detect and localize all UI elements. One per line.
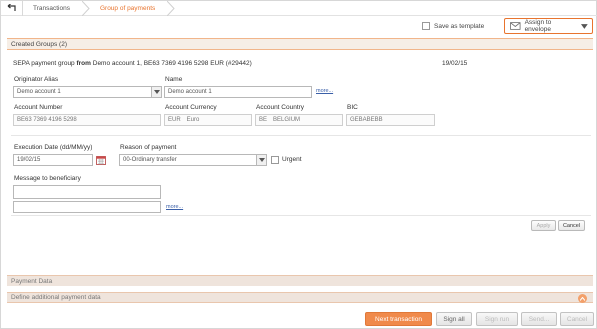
cancel-button[interactable]: Cancel <box>560 312 594 326</box>
send-label: Send... <box>528 315 550 323</box>
account-country-name: BELGIUM <box>273 117 301 123</box>
form-divider <box>11 135 591 136</box>
execution-date-input[interactable]: 19/02/15 <box>13 154 93 166</box>
additional-data-title: Define additional payment data <box>11 294 101 301</box>
account-number-value: BE63 7369 4196 5298 <box>17 117 77 123</box>
account-number-field: BE63 7369 4196 5298 <box>13 114 161 126</box>
back-button[interactable] <box>1 0 23 16</box>
reason-label: Reason of payment <box>120 144 177 151</box>
bic-field: GEBABEBB <box>346 114 435 126</box>
account-number-label: Account Number <box>14 104 63 111</box>
back-arrow-icon <box>7 4 16 11</box>
group-description: Demo account 1, BE63 7369 4196 5298 EUR … <box>92 60 252 67</box>
form-divider <box>11 215 591 216</box>
account-currency-field: EUR Euro <box>164 114 252 126</box>
calendar-icon[interactable] <box>96 155 106 165</box>
account-currency-label: Account Currency <box>165 104 217 111</box>
save-template-label: Save as template <box>434 22 485 30</box>
originator-alias-select[interactable]: Demo account 1 <box>13 86 162 98</box>
chevron-down-icon <box>151 87 161 97</box>
payment-data-panel[interactable]: Payment Data <box>7 275 593 286</box>
assign-to-envelope-button[interactable]: Assign to envelope <box>504 18 593 34</box>
send-button[interactable]: Send... <box>521 312 557 326</box>
cancel-label: Cancel <box>566 315 588 323</box>
breadcrumb: Transactions Group of payments <box>1 0 597 16</box>
sign-all-label: Sign all <box>443 315 465 323</box>
reason-select[interactable]: 00-Ordinary transfer <box>119 154 267 166</box>
cancel-form-button[interactable]: Cancel <box>558 220 585 231</box>
next-transaction-label: Next transaction <box>375 315 422 323</box>
created-groups-header[interactable]: Created Groups (2) <box>7 38 593 50</box>
account-country-label: Account Country <box>256 104 305 111</box>
originator-alias-label: Originator Alias <box>14 76 59 83</box>
next-transaction-button[interactable]: Next transaction <box>365 312 432 326</box>
bic-label: BIC <box>347 104 358 111</box>
chevron-down-icon <box>581 23 588 29</box>
apply-label: Apply <box>536 222 551 229</box>
chevron-down-icon <box>256 155 266 165</box>
urgent-checkbox[interactable] <box>271 156 279 164</box>
name-value: Demo account 1 <box>168 89 212 95</box>
payment-window: Transactions Group of payments Save as t… <box>0 0 597 329</box>
breadcrumb-separator-icon <box>81 0 90 16</box>
save-template-checkbox[interactable] <box>422 22 430 30</box>
execution-date-label: Execution Date (dd/MM/yy) <box>14 144 93 151</box>
cancel-form-label: Cancel <box>562 222 581 229</box>
breadcrumb-transactions[interactable]: Transactions <box>23 1 82 16</box>
payment-data-title: Payment Data <box>11 277 53 285</box>
sign-run-button[interactable]: Sign run <box>476 312 518 326</box>
save-as-template[interactable]: Save as template <box>422 22 484 30</box>
breadcrumb-transactions-label: Transactions <box>33 4 70 12</box>
sign-run-label: Sign run <box>484 315 510 323</box>
breadcrumb-group-of-payments: Group of payments <box>90 1 167 16</box>
bic-value: GEBABEBB <box>350 117 383 123</box>
name-label: Name <box>165 76 183 83</box>
execution-date-value: 19/02/15 <box>17 157 41 163</box>
breadcrumb-group-label: Group of payments <box>99 4 156 12</box>
breadcrumb-separator-icon <box>167 0 175 16</box>
account-currency-name: Euro <box>186 117 200 123</box>
name-more-link[interactable]: more... <box>316 88 333 94</box>
originator-alias-value: Demo account 1 <box>17 89 61 95</box>
group-date: 19/02/15 <box>442 60 468 67</box>
envelope-icon <box>510 22 521 30</box>
account-country-field: BE BELGIUM <box>255 114 343 126</box>
group-prefix: SEPA payment group <box>13 60 75 67</box>
name-input[interactable]: Demo account 1 <box>164 86 312 98</box>
expand-chevron-icon[interactable] <box>578 294 587 303</box>
message-label: Message to beneficiary <box>14 175 81 182</box>
urgent-label: Urgent <box>282 156 302 163</box>
additional-data-panel[interactable]: Define additional payment data <box>7 292 593 303</box>
reason-value: 00-Ordinary transfer <box>123 157 177 163</box>
group-from-word: from <box>76 60 91 67</box>
group-summary: SEPA payment group from Demo account 1, … <box>13 60 252 67</box>
account-currency-code: EUR <box>168 117 181 123</box>
assign-label: Assign to envelope <box>524 19 552 33</box>
account-country-code: BE <box>259 117 268 123</box>
message-more-link[interactable]: more... <box>166 204 183 210</box>
sign-all-button[interactable]: Sign all <box>436 312 472 326</box>
message-input-line2[interactable] <box>13 201 161 213</box>
created-groups-title: Created Groups (2) <box>11 40 67 48</box>
message-input-line1[interactable] <box>13 185 161 199</box>
apply-button[interactable]: Apply <box>531 220 556 231</box>
